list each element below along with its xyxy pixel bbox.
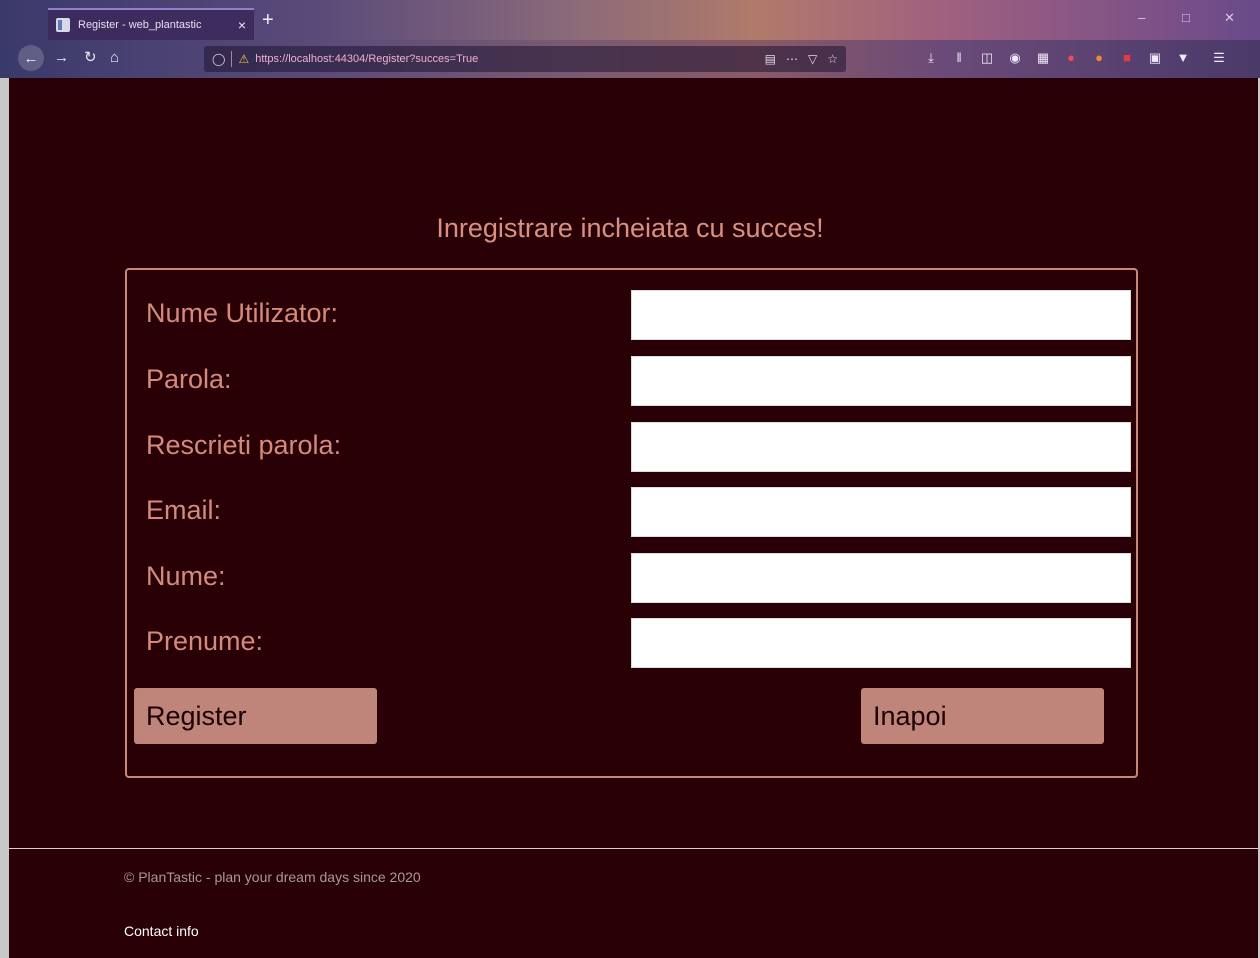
form-row-last-name: Nume: [127,553,1136,605]
tracking-shield-icon[interactable]: ◯ [212,52,225,66]
extension-v-icon[interactable]: ▼ [1176,50,1190,66]
username-label: Nume Utilizator: [146,298,339,328]
address-bar[interactable]: ◯ ⚠ https://localhost:44304/Register?suc… [204,46,846,72]
last-name-input[interactable] [631,553,1131,603]
confirm-password-label: Rescrieti parola: [146,430,342,460]
form-row-first-name: Prenume: [127,618,1136,670]
password-label: Parola: [146,364,232,394]
register-button[interactable]: Register [134,688,377,744]
tab-title: Register - web_plantastic [78,19,202,31]
extension-red-icon[interactable]: ● [1064,50,1078,66]
contact-info-link[interactable]: Contact info [124,923,199,939]
form-row-confirm-password: Rescrieti parola: [127,422,1136,474]
form-row-email: Email: [127,487,1136,539]
register-form: Nume Utilizator: Parola: Rescrieti parol… [125,268,1138,778]
back-button[interactable]: Inapoi [861,688,1104,744]
account-icon[interactable]: ◉ [1008,50,1022,66]
maximize-icon[interactable]: □ [1182,10,1190,25]
extension-translate-icon[interactable]: ▣ [1148,50,1162,66]
first-name-input[interactable] [631,618,1131,668]
minimize-icon[interactable]: – [1138,10,1145,25]
form-row-username: Nume Utilizator: [127,290,1136,342]
bookmark-star-icon[interactable]: ☆ [827,52,838,66]
new-tab-button[interactable]: + [262,10,274,30]
footer-divider [9,848,1258,849]
email-input[interactable] [631,487,1131,537]
page-favicon-icon [56,18,70,32]
extension-grid-icon[interactable]: ▦ [1036,50,1050,66]
library-icon[interactable]: ‖ [952,50,966,66]
username-input[interactable] [631,290,1131,340]
pocket-icon[interactable]: ▽ [808,52,817,66]
last-name-label: Nume: [146,561,226,591]
reload-icon[interactable]: ↻ [84,48,97,68]
reader-view-icon[interactable]: ▤ [765,52,776,66]
url-separator [231,51,233,67]
success-message: Inregistrare incheiata cu succes! [436,213,824,243]
toolbar-icons: ⤓ ‖ ◫ ◉ ▦ ● ● ■ ▣ ▼ ☰ [924,50,1226,66]
browser-tab-bar: Register - web_plantastic × + – □ ✕ [0,0,1260,40]
home-icon[interactable]: ⌂ [110,48,119,68]
first-name-label: Prenume: [146,626,264,656]
sidebar-icon[interactable]: ◫ [980,50,994,66]
close-tab-icon[interactable]: × [238,17,246,33]
browser-toolbar: ← → ↻ ⌂ ◯ ⚠ https://localhost:44304/Regi… [0,40,1260,78]
url-text[interactable]: https://localhost:44304/Register?succes=… [255,53,754,65]
email-label: Email: [146,495,222,525]
form-row-password: Parola: [127,356,1136,408]
confirm-password-input[interactable] [631,422,1131,472]
extension-pdf-icon[interactable]: ■ [1120,50,1134,66]
forward-icon[interactable]: → [54,48,69,68]
back-icon[interactable]: ← [18,45,44,71]
insecure-warning-icon[interactable]: ⚠ [238,52,249,66]
window-left-border [0,78,9,958]
extension-orange-icon[interactable]: ● [1092,50,1106,66]
downloads-icon[interactable]: ⤓ [924,50,938,66]
close-window-icon[interactable]: ✕ [1224,10,1235,26]
browser-tab[interactable]: Register - web_plantastic × [48,8,254,40]
page-actions-icon[interactable]: ⋯ [786,52,798,66]
menu-icon[interactable]: ☰ [1212,50,1226,66]
password-input[interactable] [631,356,1131,406]
footer-copyright: © PlanTastic - plan your dream days sinc… [124,869,421,885]
